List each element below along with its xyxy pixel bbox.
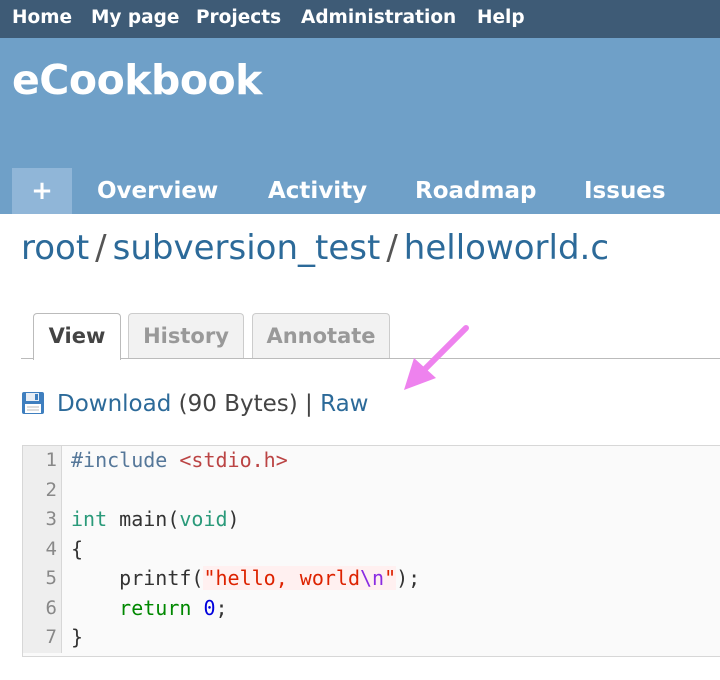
top-menu-projects[interactable]: Projects: [196, 0, 281, 35]
download-link[interactable]: Download: [57, 391, 171, 417]
top-menu: Home My page Projects Administration Hel…: [0, 0, 720, 38]
tab-history[interactable]: History: [128, 313, 244, 358]
code-text: return 0;: [119, 595, 228, 620]
tab-overview[interactable]: Overview: [97, 168, 218, 214]
tab-annotate[interactable]: Annotate: [252, 313, 390, 358]
header: eCookbook + Overview Activity Roadmap Is…: [0, 38, 720, 214]
code-text: {: [71, 536, 84, 561]
code-token: <stdio.h>: [179, 448, 288, 472]
annotation-arrow-icon: [404, 325, 469, 390]
code-text: #include <stdio.h>: [71, 446, 288, 476]
breadcrumb-separator: /: [95, 228, 107, 268]
top-menu-home[interactable]: Home: [12, 0, 72, 35]
new-object-button[interactable]: +: [12, 168, 72, 214]
tab-activity[interactable]: Activity: [268, 168, 367, 214]
code-text: int main(void): [71, 507, 240, 531]
top-menu-administration[interactable]: Administration: [301, 0, 456, 35]
code-line: 4 {: [23, 534, 720, 564]
line-number[interactable]: 1: [23, 446, 62, 476]
floppy-disk-icon: [22, 391, 44, 414]
breadcrumb-root[interactable]: root: [21, 228, 89, 268]
code-token: #include: [71, 448, 180, 472]
code-line: 1 #include <stdio.h>: [23, 446, 720, 476]
download-line: Download (90 Bytes) | Raw: [21, 388, 368, 420]
line-number[interactable]: 6: [23, 593, 62, 623]
tab-view[interactable]: View: [33, 313, 121, 360]
line-number[interactable]: 3: [23, 505, 62, 535]
breadcrumb-subversion-test[interactable]: subversion_test: [113, 228, 381, 268]
file-size: (90 Bytes): [178, 391, 298, 417]
code-line: 5 printf("hello, world\n");: [23, 564, 720, 594]
top-menu-my-page[interactable]: My page: [91, 0, 179, 35]
tab-issues[interactable]: Issues: [584, 168, 666, 214]
code-line: 7 }: [23, 623, 720, 653]
top-menu-help[interactable]: Help: [477, 0, 525, 35]
breadcrumb-separator: /: [386, 228, 398, 268]
line-number[interactable]: 2: [23, 475, 62, 505]
line-number[interactable]: 5: [23, 564, 62, 594]
link-separator: |: [305, 391, 313, 417]
line-number[interactable]: 7: [23, 623, 62, 653]
tab-roadmap[interactable]: Roadmap: [415, 168, 536, 214]
breadcrumb-file[interactable]: helloworld.c: [404, 228, 609, 268]
code-line: 2: [23, 475, 720, 505]
code-text: printf("hello, world\n");: [71, 566, 421, 590]
line-number[interactable]: 4: [23, 534, 62, 564]
raw-link[interactable]: Raw: [320, 391, 368, 417]
code-view: 1 #include <stdio.h> 2 3 int main(void) …: [22, 445, 720, 657]
code-line: 6 return 0;: [23, 593, 720, 623]
breadcrumb: root / subversion_test / helloworld.c: [21, 228, 609, 268]
tabs-underline: [21, 358, 720, 359]
project-title[interactable]: eCookbook: [12, 56, 262, 104]
code-line: 3 int main(void): [23, 505, 720, 535]
code-text: }: [71, 625, 84, 649]
